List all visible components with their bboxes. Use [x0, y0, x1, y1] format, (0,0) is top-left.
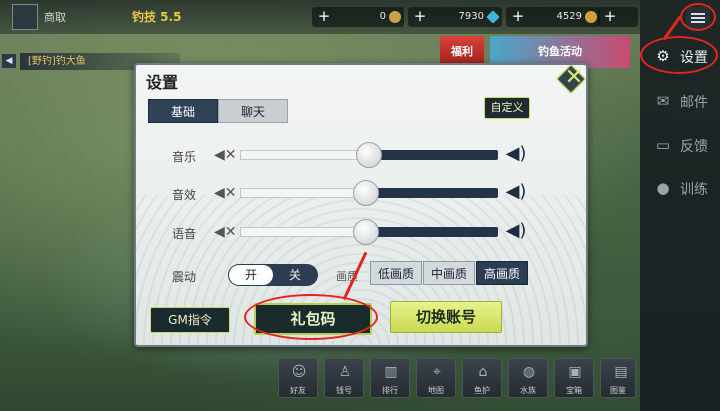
event-label: 钓鱼活动	[538, 45, 582, 58]
side-item-feedback[interactable]: ▭ 反馈	[654, 131, 718, 157]
dock-label: 排行	[382, 386, 398, 395]
skill-level: 钓技 5.5	[132, 10, 182, 24]
close-icon[interactable]: ✕	[563, 67, 585, 89]
mute-icon[interactable]: ◀✕	[214, 147, 237, 163]
event-label: 福利	[451, 45, 473, 58]
currency-coins[interactable]: + 0	[312, 7, 404, 27]
volume-icon[interactable]: ◀)	[502, 222, 530, 240]
gm-command-button[interactable]: GM指令	[150, 307, 230, 333]
map-pin-icon: ⌖	[433, 364, 441, 380]
dock-label: 水族	[520, 386, 536, 395]
currency-value: 0	[379, 11, 386, 22]
avatar[interactable]	[12, 4, 38, 30]
dock-label: 宝箱	[566, 386, 582, 395]
side-item-label: 反馈	[680, 139, 708, 155]
slider-fill	[240, 188, 367, 198]
toggle-off[interactable]: 关	[274, 265, 316, 285]
currency-extra[interactable]: +	[598, 7, 638, 27]
currency-value: 4529	[556, 11, 582, 22]
music-slider[interactable]	[240, 142, 498, 168]
mail-icon: ✉	[656, 92, 670, 110]
sfx-slider[interactable]	[240, 180, 498, 206]
slider-handle[interactable]	[356, 142, 382, 168]
tab-chat[interactable]: 聊天	[218, 99, 288, 123]
dock-ranking[interactable]: ▥ 排行	[370, 358, 410, 398]
top-hud: 商取 钓技 5.5 + 0 + 7930 + 4529 +	[0, 0, 640, 34]
fish-icon: ◍	[522, 364, 536, 380]
dock-aquarium[interactable]: ◍ 水族	[508, 358, 548, 398]
voice-slider[interactable]	[240, 219, 498, 245]
dock-label: 钱号	[336, 386, 352, 395]
annotation-ring-gift	[244, 294, 378, 340]
dock-map[interactable]: ⌖ 地图	[416, 358, 456, 398]
side-item-training[interactable]: ● 训练	[654, 174, 718, 200]
dock-chest[interactable]: ▣ 宝箱	[554, 358, 594, 398]
sfx-label: 音效	[172, 188, 197, 202]
quality-high[interactable]: 高画质	[476, 261, 528, 285]
ranking-icon: ▥	[384, 364, 398, 380]
mute-icon[interactable]: ◀✕	[214, 185, 237, 201]
building-icon: ⌂	[478, 364, 488, 380]
annotation-ring-settings	[640, 36, 718, 74]
slider-fill	[240, 227, 367, 237]
dock-label: 图鉴	[610, 386, 626, 395]
add-icon[interactable]: +	[316, 8, 332, 24]
add-icon[interactable]: +	[510, 8, 526, 24]
bulb-icon: ●	[656, 179, 670, 197]
chest-icon: ▣	[568, 364, 582, 380]
currency-gold[interactable]: + 4529	[506, 7, 600, 27]
friends-icon: ☺	[291, 364, 307, 380]
quality-mid[interactable]: 中画质	[423, 261, 475, 285]
dock-account[interactable]: ♙ 钱号	[324, 358, 364, 398]
dock-label: 好友	[290, 386, 306, 395]
coin-icon	[389, 11, 401, 23]
slider-fill	[240, 150, 369, 160]
vibration-label: 震动	[172, 270, 197, 284]
player-name: 商取	[44, 11, 66, 24]
dock-friends[interactable]: ☺ 好友	[278, 358, 318, 398]
volume-icon[interactable]: ◀)	[502, 183, 530, 201]
gem-icon	[486, 10, 500, 24]
dialog-title: 设置	[146, 73, 179, 92]
music-label: 音乐	[172, 150, 197, 164]
volume-icon[interactable]: ◀)	[502, 145, 530, 163]
add-icon[interactable]: +	[412, 8, 428, 24]
switch-account-button[interactable]: 切换账号	[390, 301, 502, 333]
side-item-label: 训练	[680, 182, 708, 198]
mute-icon[interactable]: ◀✕	[214, 224, 237, 240]
annotation-ring-menu	[680, 3, 716, 31]
chat-icon: ▭	[655, 136, 671, 154]
custom-button[interactable]: 自定义	[484, 97, 530, 119]
dock-label: 地图	[428, 386, 444, 395]
person-icon: ♙	[338, 364, 352, 380]
quality-low[interactable]: 低画质	[370, 261, 422, 285]
book-icon: ▤	[614, 364, 628, 380]
dock-fish-keeper[interactable]: ⌂ 鱼护	[462, 358, 502, 398]
currency-gems[interactable]: + 7930	[408, 7, 502, 27]
dock-guide[interactable]: ▤ 图鉴	[600, 358, 636, 398]
collapse-icon[interactable]: ◀	[2, 54, 16, 68]
side-item-mail[interactable]: ✉ 邮件	[654, 87, 718, 113]
gold-icon	[585, 11, 597, 23]
tab-basic[interactable]: 基础	[148, 99, 218, 123]
toggle-on[interactable]: 开	[229, 265, 273, 285]
voice-label: 语音	[172, 227, 197, 241]
vibration-toggle[interactable]: 开 关	[228, 264, 318, 286]
dock-label: 鱼护	[474, 386, 490, 395]
currency-value: 7930	[458, 11, 484, 22]
add-icon[interactable]: +	[602, 8, 618, 24]
side-item-label: 邮件	[680, 95, 708, 111]
